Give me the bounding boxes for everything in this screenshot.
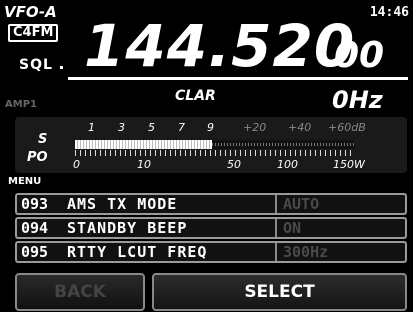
s-meter-bar — [75, 140, 212, 149]
menu-item-number: 093 — [21, 195, 49, 213]
s-tick-label: 5 — [148, 121, 155, 134]
menu-item-name: STANDBY BEEP — [67, 219, 188, 237]
menu-item-094[interactable]: 094 STANDBY BEEP ON — [15, 217, 407, 239]
s-tick-label: 9 — [207, 121, 214, 134]
frequency-underline — [68, 77, 408, 80]
po-tick-label: 150W — [333, 158, 365, 171]
radio-display: VFO-A 14:46 C4FM SQL 144.520 00 AMP1 CLA… — [0, 0, 413, 312]
sql-label: SQL — [19, 57, 53, 73]
clock: 14:46 — [369, 5, 409, 20]
po-tick-label: 0 — [73, 158, 80, 171]
menu-item-number: 095 — [21, 243, 49, 261]
menu-item-095[interactable]: 095 RTTY LCUT FREQ 300Hz — [15, 241, 407, 263]
s-tick-label: +60dB — [328, 121, 366, 134]
clar-label: CLAR — [175, 88, 216, 104]
mode-badge[interactable]: C4FM — [8, 24, 59, 42]
meter-scale-rest — [212, 143, 355, 146]
menu-item-number: 094 — [21, 219, 49, 237]
menu-label: MENU — [8, 176, 42, 187]
po-tick-label: 50 — [227, 158, 241, 171]
menu-item-name: RTTY LCUT FREQ — [67, 243, 208, 261]
back-button-label: BACK — [54, 282, 106, 302]
menu-item-value: 300Hz — [283, 243, 329, 261]
sql-indicator — [60, 66, 63, 69]
menu-item-093[interactable]: 093 AMS TX MODE AUTO — [15, 193, 407, 215]
select-button[interactable]: SELECT — [152, 273, 407, 311]
select-button-label: SELECT — [244, 282, 315, 302]
amp-label: AMP1 — [5, 99, 37, 110]
vfo-label[interactable]: VFO-A — [4, 3, 57, 21]
clar-value[interactable]: 0Hz — [332, 86, 383, 114]
frequency-main[interactable]: 144.520 — [84, 15, 355, 77]
po-tick-label: 10 — [137, 158, 151, 171]
po-tick-label: 100 — [277, 158, 298, 171]
meter-s-label: S — [38, 132, 48, 147]
meter-po-label: PO — [27, 150, 48, 165]
s-tick-label: +20 — [243, 121, 267, 134]
s-tick-label: 1 — [88, 121, 95, 134]
s-tick-label: 7 — [178, 121, 185, 134]
back-button[interactable]: BACK — [15, 273, 145, 311]
menu-item-name: AMS TX MODE — [67, 195, 178, 213]
meter-ticks — [75, 150, 355, 156]
menu-item-value: AUTO — [283, 195, 320, 213]
menu-item-value: ON — [283, 219, 302, 237]
frequency-fine: 00 — [334, 35, 385, 76]
s-tick-label: +40 — [288, 121, 312, 134]
s-tick-label: 3 — [118, 121, 125, 134]
